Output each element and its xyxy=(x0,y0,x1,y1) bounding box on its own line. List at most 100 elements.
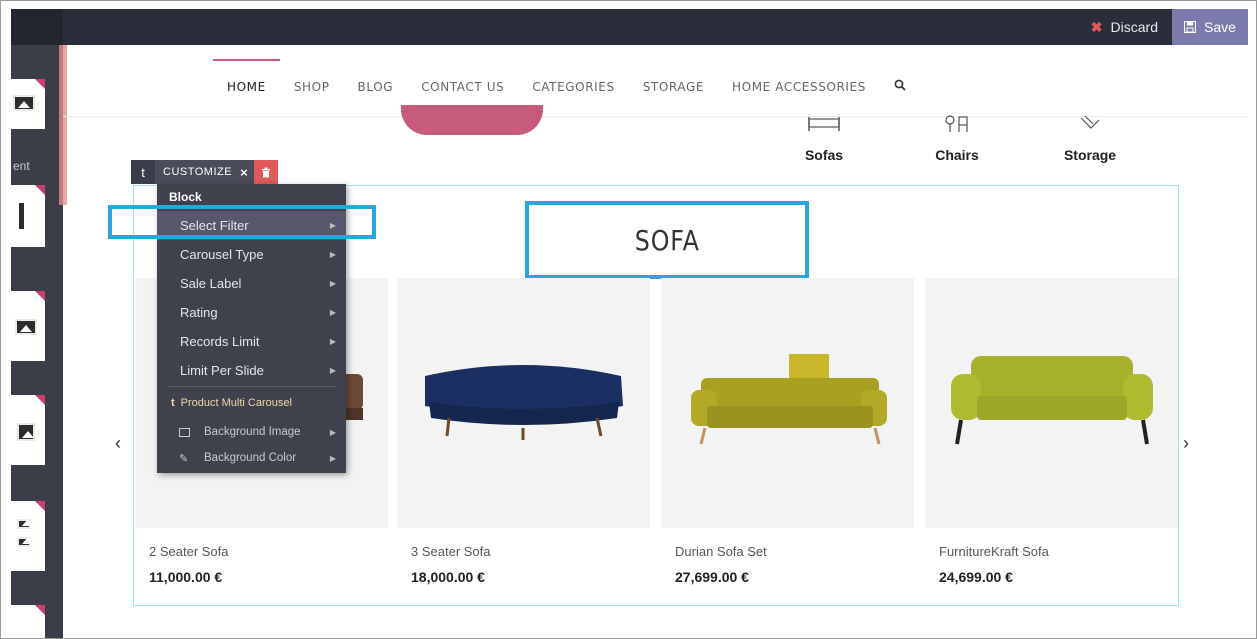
snippet-corner xyxy=(35,79,45,89)
snippet-label: ent xyxy=(13,159,30,173)
nav-item-home-accessories[interactable]: HOME ACCESSORIES xyxy=(718,59,880,115)
category-label: Storage xyxy=(1063,147,1117,163)
nav-item-storage[interactable]: STORAGE xyxy=(629,59,718,115)
main-navigation: HOME SHOP BLOG CONTACT US CATEGORIES STO… xyxy=(213,59,920,115)
snippet-corner xyxy=(35,395,45,405)
sofa-image xyxy=(425,365,623,440)
save-button[interactable]: Save xyxy=(1172,9,1248,45)
product-price: 24,699.00 € xyxy=(939,569,1013,585)
nav-item-blog[interactable]: BLOG xyxy=(344,59,408,115)
snippet-thumbnail[interactable] xyxy=(11,79,45,129)
storage-icon xyxy=(1045,111,1135,137)
snippet-thumbnail[interactable] xyxy=(11,605,45,638)
menu-option-background-image[interactable]: Background Image ▶ xyxy=(157,419,346,445)
toolbar-left-area xyxy=(11,9,63,45)
menu-item-rating[interactable]: Rating ▶ xyxy=(157,298,346,327)
discard-button[interactable]: ✖ Discard xyxy=(1077,9,1172,45)
image-icon xyxy=(13,95,35,111)
storage-icon-glyph xyxy=(1080,115,1100,129)
category-label: Sofas xyxy=(804,147,844,163)
menu-item-sale-label[interactable]: Sale Label ▶ xyxy=(157,269,346,298)
image-icon xyxy=(17,537,34,547)
product-card[interactable]: FurnitureKraft Sofa 24,699.00 € xyxy=(925,278,1178,601)
menu-item-carousel-type[interactable]: Carousel Type ▶ xyxy=(157,240,346,269)
search-icon-glyph xyxy=(894,79,906,91)
close-customize-button[interactable]: × xyxy=(240,160,254,184)
menu-subheading: t Product Multi Carousel xyxy=(171,397,292,409)
product-price: 27,699.00 € xyxy=(675,569,749,585)
caret-right-icon: ▶ xyxy=(329,366,336,375)
customize-button[interactable]: CUSTOMIZE xyxy=(155,160,241,184)
menu-item-label: Rating xyxy=(180,305,218,320)
snippet-thumbnail[interactable] xyxy=(11,501,45,571)
product-price: 11,000.00 € xyxy=(149,569,223,585)
carousel-prev-arrow[interactable]: ‹ xyxy=(115,433,121,454)
menu-heading: Block xyxy=(169,190,202,204)
product-name[interactable]: 2 Seater Sofa xyxy=(149,544,229,559)
t-icon: t xyxy=(171,397,175,409)
shop-now-button[interactable] xyxy=(401,105,543,135)
select-filter-highlight xyxy=(108,205,376,239)
menu-subheading-label: Product Multi Carousel xyxy=(180,397,292,409)
menu-item-limit-per-slide[interactable]: Limit Per Slide ▶ xyxy=(157,356,346,385)
snippet-corner xyxy=(35,291,45,301)
sofa-icon xyxy=(779,111,869,137)
nav-item-shop[interactable]: SHOP xyxy=(280,59,344,115)
sofa-icon-glyph xyxy=(808,117,840,131)
menu-option-background-color[interactable]: ✎ Background Color ▶ xyxy=(157,445,346,471)
customize-toolbar: t CUSTOMIZE × xyxy=(131,160,278,184)
snippet-corner xyxy=(35,605,45,615)
snippet-thumbnail[interactable] xyxy=(11,185,45,247)
product-price: 18,000.00 € xyxy=(411,569,485,585)
sofa-image xyxy=(951,356,1153,445)
section-title: SOFA xyxy=(634,223,700,257)
image-icon xyxy=(179,427,190,437)
caret-right-icon: ▶ xyxy=(329,427,336,437)
close-icon: ✖ xyxy=(1090,18,1103,35)
section-title-highlight: SOFA xyxy=(525,201,809,279)
preview-accent xyxy=(63,45,67,205)
image-icon xyxy=(17,423,35,441)
menu-item-label: Sale Label xyxy=(180,276,242,291)
sofa-image xyxy=(691,354,887,445)
editor-toolbar: ✖ Discard Save xyxy=(11,9,1248,45)
caret-right-icon: ▶ xyxy=(329,453,336,463)
menu-item-label: Carousel Type xyxy=(180,247,264,262)
carousel-next-arrow[interactable]: › xyxy=(1183,433,1189,454)
category-chairs[interactable]: Chairs xyxy=(912,111,1002,163)
snippet-corner xyxy=(35,185,45,195)
product-image[interactable] xyxy=(925,278,1178,528)
trash-icon[interactable] xyxy=(253,160,278,184)
category-storage[interactable]: Storage xyxy=(1045,111,1135,163)
category-label: Chairs xyxy=(935,147,979,163)
snippet-panel: ent xyxy=(11,45,63,638)
nav-item-home[interactable]: HOME xyxy=(213,59,280,115)
product-card[interactable]: Durian Sofa Set 27,699.00 € xyxy=(661,278,914,601)
image-icon xyxy=(15,319,37,335)
product-name[interactable]: Durian Sofa Set xyxy=(675,544,767,559)
product-name[interactable]: 3 Seater Sofa xyxy=(411,544,491,559)
caret-right-icon: ▶ xyxy=(329,279,336,288)
image-icon xyxy=(17,519,34,529)
snippet-type-button[interactable]: t xyxy=(131,160,155,184)
app-window: ✖ Discard Save ent HOME SHOP BLOG CONTAC… xyxy=(0,0,1257,639)
snippet-thumbnail[interactable] xyxy=(11,291,45,361)
product-image[interactable] xyxy=(397,278,650,528)
search-icon[interactable] xyxy=(880,78,920,96)
save-label: Save xyxy=(1204,19,1236,35)
menu-divider xyxy=(167,386,337,387)
caret-right-icon: ▶ xyxy=(329,250,336,259)
category-sofas[interactable]: Sofas xyxy=(779,111,869,163)
discard-label: Discard xyxy=(1110,19,1158,35)
caret-right-icon: ▶ xyxy=(329,337,336,346)
trash-icon-glyph xyxy=(261,167,270,177)
menu-item-label: Limit Per Slide xyxy=(180,363,264,378)
snippet-thumbnail[interactable] xyxy=(11,395,45,465)
menu-item-records-limit[interactable]: Records Limit ▶ xyxy=(157,327,346,356)
product-name[interactable]: FurnitureKraft Sofa xyxy=(939,544,1049,559)
eyedropper-icon: ✎ xyxy=(179,452,189,465)
product-card[interactable]: 3 Seater Sofa 18,000.00 € xyxy=(397,278,650,601)
chair-icon xyxy=(912,111,1002,137)
product-image[interactable] xyxy=(661,278,914,528)
snippet-corner xyxy=(35,501,45,511)
